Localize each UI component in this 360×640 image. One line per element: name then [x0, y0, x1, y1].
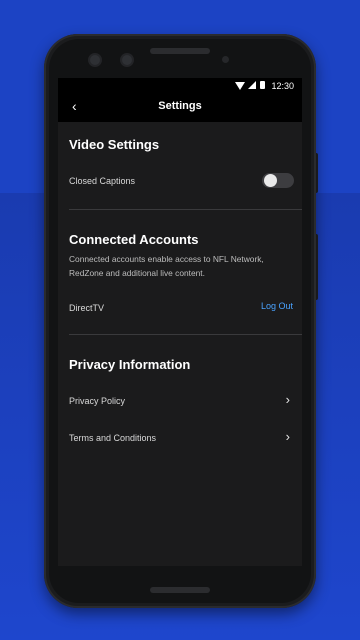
status-bar: 12:30 — [58, 78, 302, 94]
divider — [69, 334, 302, 335]
battery-icon — [260, 81, 265, 89]
page-title: Settings — [158, 100, 202, 112]
wifi-icon — [235, 82, 245, 90]
connected-accounts-description: Connected accounts enable access to NFL … — [69, 254, 264, 278]
app-bar: ‹ Settings — [58, 94, 302, 122]
video-settings-title: Video Settings — [69, 137, 160, 152]
signal-icon — [248, 81, 256, 89]
terms-and-conditions-label: Terms and Conditions — [69, 433, 157, 443]
connected-accounts-title: Connected Accounts — [69, 232, 199, 247]
front-camera-icon — [90, 55, 100, 65]
chevron-right-icon: › — [285, 429, 290, 444]
proximity-sensor-icon — [222, 56, 229, 63]
terms-and-conditions-row[interactable]: Terms and Conditions › — [58, 425, 302, 451]
status-time: 12:30 — [271, 81, 294, 91]
privacy-policy-label: Privacy Policy — [69, 396, 126, 406]
bottom-speaker — [150, 587, 210, 593]
top-speaker — [150, 48, 210, 54]
closed-captions-toggle[interactable] — [262, 173, 294, 188]
privacy-information-title: Privacy Information — [69, 357, 191, 372]
provider-label: DirectTV — [69, 303, 105, 313]
chevron-right-icon: › — [285, 392, 290, 407]
closed-captions-label: Closed Captions — [69, 176, 136, 186]
divider — [69, 209, 302, 210]
front-sensor-icon — [122, 55, 132, 65]
app-screen: 12:30 ‹ Settings Video Settings Closed C… — [58, 78, 302, 566]
log-out-link[interactable]: Log Out — [261, 301, 293, 311]
privacy-policy-row[interactable]: Privacy Policy › — [58, 388, 302, 414]
toggle-knob — [264, 174, 277, 187]
